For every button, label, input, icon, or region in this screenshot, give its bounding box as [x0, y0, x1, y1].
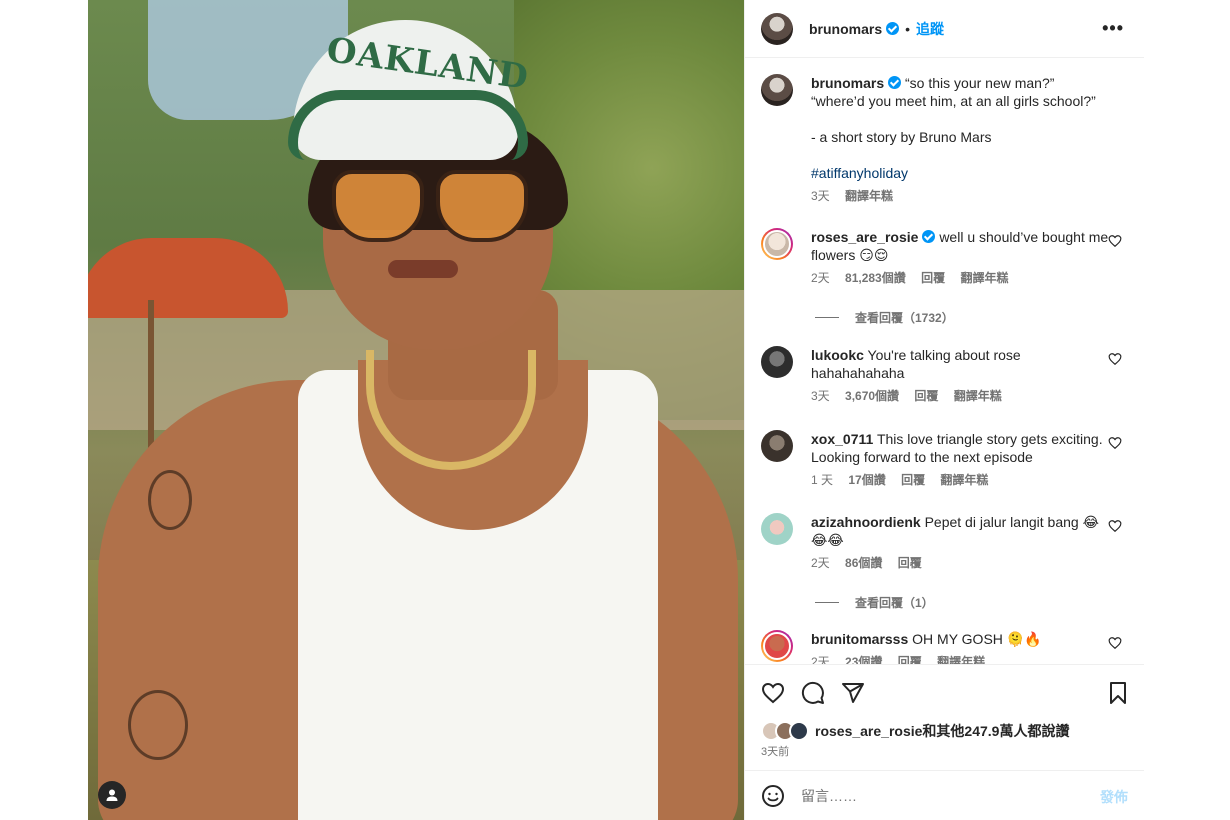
verified-badge-icon — [922, 230, 936, 243]
comment-like-icon[interactable] — [1108, 519, 1122, 533]
comment-likes[interactable]: 86個讚 — [845, 556, 882, 570]
tagged-users-button[interactable] — [98, 781, 126, 809]
image-mouth — [388, 260, 458, 278]
caption-line: - a short story by Bruno Mars — [811, 129, 992, 145]
add-comment-bar: 發佈 — [745, 770, 1144, 820]
comment-like-icon[interactable] — [1108, 436, 1122, 450]
reply-button[interactable]: 回覆 — [898, 556, 922, 570]
reply-button[interactable]: 回覆 — [898, 655, 922, 664]
likes-text: roses_are_rosie和其他247.9萬人都說讚 — [815, 723, 1070, 739]
user-tag-icon — [106, 789, 118, 801]
post-comment-button[interactable]: 發佈 — [1100, 787, 1128, 807]
view-replies-toggle[interactable]: 查看回覆（1732） — [815, 309, 954, 326]
comment-icon[interactable] — [801, 681, 825, 705]
translate-link[interactable]: 翻譯年糕 — [937, 655, 985, 664]
emoji-icon[interactable] — [761, 784, 785, 808]
comment-time: 1 天 — [811, 473, 834, 487]
comment-input[interactable] — [801, 783, 1081, 809]
comment-likes[interactable]: 3,670個讚 — [845, 389, 899, 403]
image-sunglasses-left-lens — [332, 170, 424, 242]
commenter-avatar[interactable] — [761, 513, 793, 545]
comment-meta: 2天 81,283個讚 回覆 翻譯年糕 — [811, 270, 1111, 286]
translate-link[interactable]: 翻譯年糕 — [845, 189, 893, 203]
comment-like-icon[interactable] — [1108, 636, 1122, 650]
verified-badge-icon — [888, 76, 902, 89]
comment-time: 3天 — [811, 389, 830, 403]
more-options-icon[interactable]: ••• — [1102, 18, 1124, 39]
commenter-avatar[interactable] — [761, 346, 793, 378]
comment-time: 2天 — [811, 655, 830, 664]
follow-button[interactable]: 追蹤 — [916, 19, 944, 39]
commenter-avatar[interactable] — [761, 630, 793, 662]
commenter-avatar[interactable] — [761, 430, 793, 462]
comment-like-icon[interactable] — [1108, 234, 1122, 248]
image-cap-brim — [288, 90, 528, 160]
caption-username[interactable]: brunomars — [811, 75, 884, 91]
verified-badge-icon — [886, 22, 900, 35]
liker-avatar — [789, 721, 809, 741]
caption-line: “where’d you meet him, at an all girls s… — [811, 93, 1096, 109]
like-heart-icon[interactable] — [761, 681, 785, 705]
comment-text: OH MY GOSH 🫠🔥 — [912, 631, 1042, 647]
view-replies-label: 查看回覆（1732） — [855, 311, 954, 325]
view-replies-toggle[interactable]: 查看回覆（1） — [815, 594, 934, 611]
comment-body: lukookc You're talking about rose hahaha… — [811, 346, 1111, 404]
comment-body: brunitomarsss OH MY GOSH 🫠🔥 2天 23個讚 回覆 翻… — [811, 630, 1111, 664]
header-separator: • — [905, 20, 911, 37]
comment-username[interactable]: roses_are_rosie — [811, 229, 918, 245]
view-replies-line — [815, 317, 839, 318]
caption-meta: 3天 翻譯年糕 — [811, 188, 1111, 204]
post-sidebar: brunomars • 追蹤 ••• brunomars “so this yo… — [744, 0, 1144, 820]
share-icon[interactable] — [841, 681, 865, 705]
translate-link[interactable]: 翻譯年糕 — [960, 271, 1008, 285]
comment-meta: 3天 3,670個讚 回覆 翻譯年糕 — [811, 388, 1111, 404]
comment-username[interactable]: lukookc — [811, 347, 864, 363]
comment-body: xox_0711 This love triangle story gets e… — [811, 430, 1111, 488]
view-replies-line — [815, 602, 839, 603]
caption-time: 3天 — [811, 189, 830, 203]
image-umbrella — [88, 238, 288, 318]
comment-body: roses_are_rosie well u should’ve bought … — [811, 228, 1111, 286]
post-time: 3天前 — [761, 746, 790, 758]
comment-username[interactable]: brunitomarsss — [811, 631, 908, 647]
caption-line: “so this your new man?” — [905, 75, 1055, 91]
comment-meta: 2天 86個讚 回覆 — [811, 555, 1111, 571]
author-avatar[interactable] — [761, 12, 793, 45]
view-replies-label: 查看回覆（1） — [855, 596, 934, 610]
commenter-avatar[interactable] — [761, 228, 793, 260]
comment-likes[interactable]: 23個讚 — [845, 655, 882, 664]
comment-meta: 1 天 17個讚 回覆 翻譯年糕 — [811, 472, 1111, 488]
comment-username[interactable]: xox_0711 — [811, 431, 873, 447]
comment-time: 2天 — [811, 271, 830, 285]
post-image[interactable]: OAKLAND — [88, 0, 744, 820]
translate-link[interactable]: 翻譯年糕 — [954, 389, 1002, 403]
caption-hashtag[interactable]: #atiffanyholiday — [811, 164, 1111, 182]
comment-likes[interactable]: 81,283個讚 — [845, 271, 906, 285]
comment-time: 2天 — [811, 556, 830, 570]
reply-button[interactable]: 回覆 — [901, 473, 925, 487]
reply-button[interactable]: 回覆 — [921, 271, 945, 285]
translate-link[interactable]: 翻譯年糕 — [940, 473, 988, 487]
comments-list[interactable]: brunomars “so this your new man?” “where… — [745, 58, 1144, 664]
comment-username[interactable]: azizahnoordienk — [811, 514, 921, 530]
comment-likes[interactable]: 17個讚 — [848, 473, 885, 487]
post-header: brunomars • 追蹤 ••• — [745, 0, 1144, 58]
caption-author-avatar[interactable] — [761, 74, 793, 106]
author-username[interactable]: brunomars — [809, 21, 882, 37]
image-tattoo — [128, 690, 188, 760]
comment-meta: 2天 23個讚 回覆 翻譯年糕 — [811, 654, 1111, 664]
image-tattoo — [148, 470, 192, 530]
comment-body: azizahnoordienk Pepet di jalur langit ba… — [811, 513, 1111, 571]
post-actions: roses_are_rosie和其他247.9萬人都說讚 3天前 — [745, 664, 1144, 770]
reply-button[interactable]: 回覆 — [914, 389, 938, 403]
comment-like-icon[interactable] — [1108, 352, 1122, 366]
caption-body: brunomars “so this your new man?” “where… — [811, 74, 1111, 204]
image-sunglasses-right-lens — [436, 170, 528, 242]
save-bookmark-icon[interactable] — [1106, 681, 1130, 705]
likes-summary[interactable]: roses_are_rosie和其他247.9萬人都說讚 — [761, 721, 1069, 741]
